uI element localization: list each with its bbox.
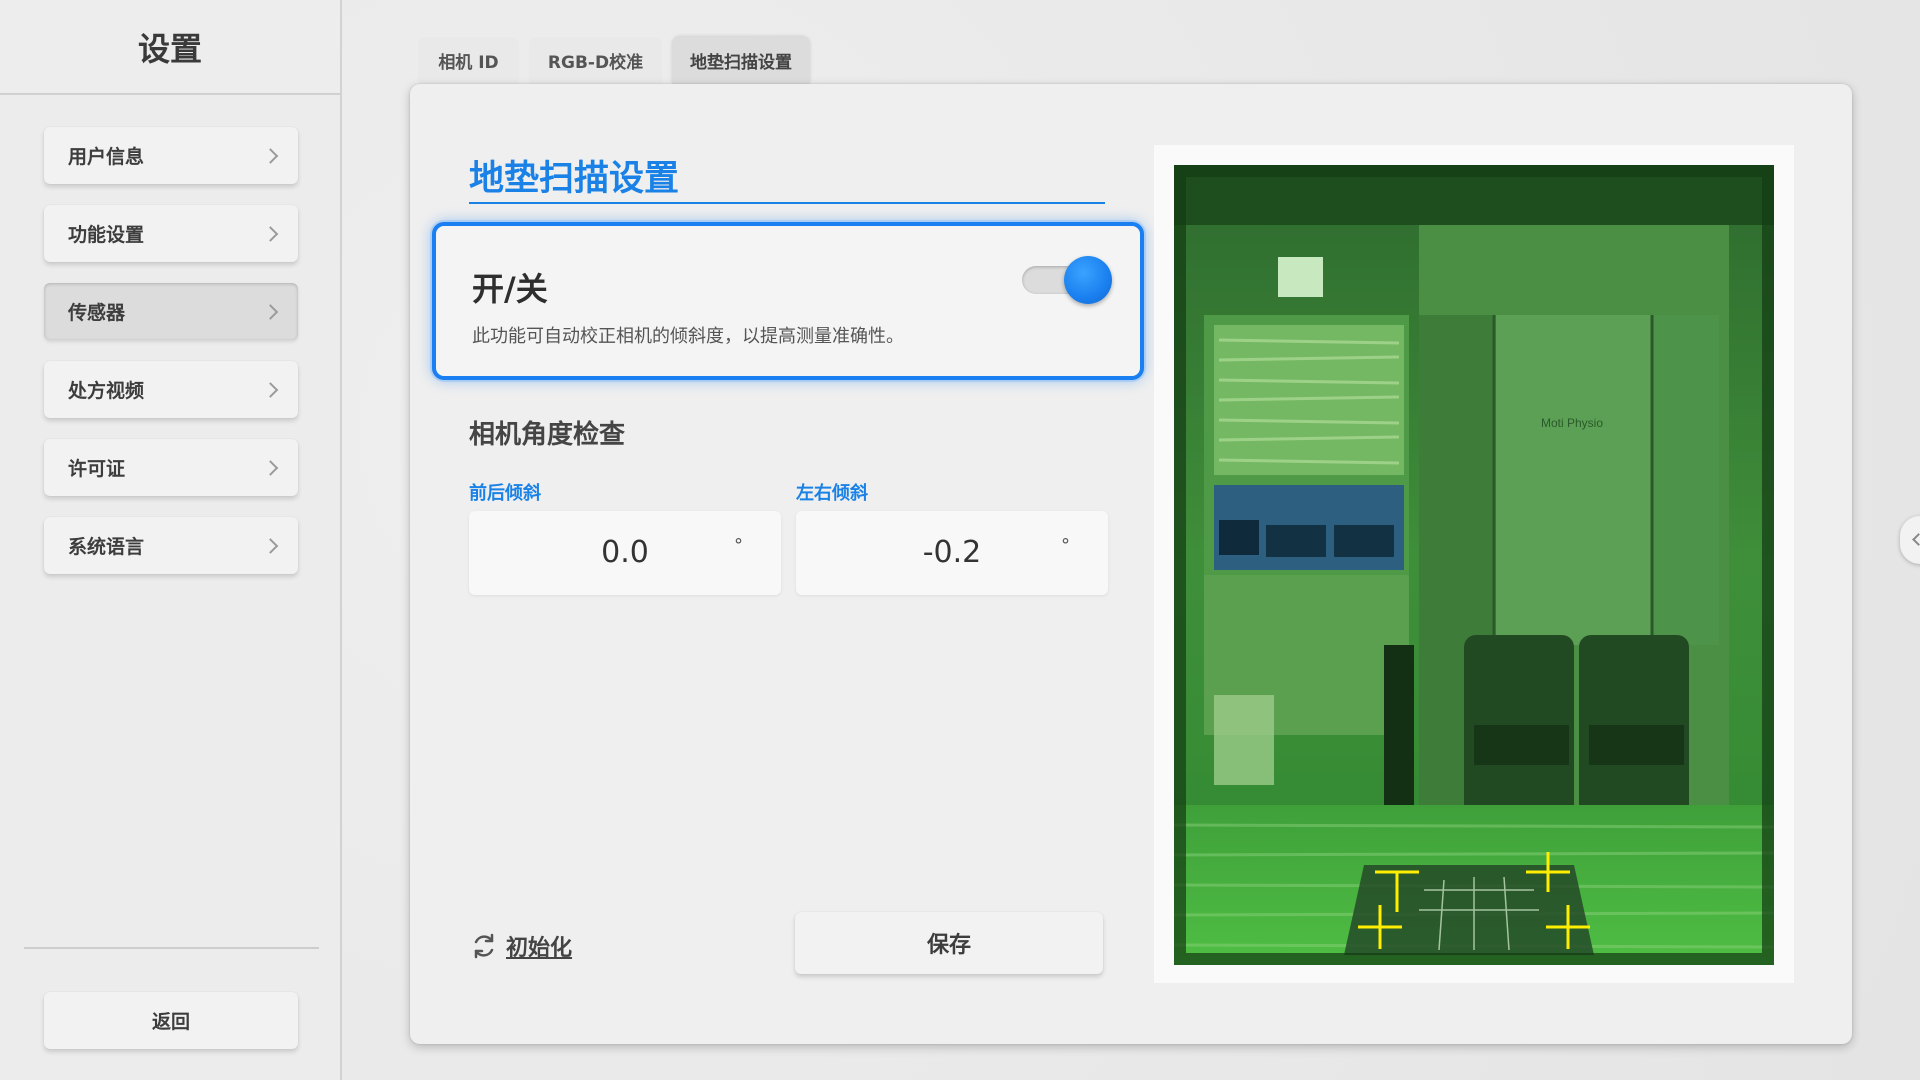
camera-preview-frame: Moti Physio [1154, 145, 1794, 983]
sidebar-item-user-info[interactable]: 用户信息 [44, 127, 298, 184]
front-back-tilt-unit: ° [734, 535, 743, 556]
sidebar-item-sensor[interactable]: 传感器 [44, 283, 298, 340]
sidebar-item-prescription-video[interactable]: 处方视频 [44, 361, 298, 418]
tab-camera-id[interactable]: 相机 ID [418, 37, 519, 84]
sidebar-menu: 用户信息 功能设置 传感器 处方视频 许可证 系统语言 [44, 127, 298, 595]
tab-mat-scan-settings[interactable]: 地垫扫描设置 [672, 37, 810, 84]
camera-preview: Moti Physio [1174, 165, 1774, 965]
auto-tilt-toggle[interactable] [1022, 256, 1112, 304]
sidebar-header: 设置 [0, 0, 340, 95]
main-panel: 地垫扫描设置 开/关 此功能可自动校正相机的倾斜度，以提高测量准确性。 相机角度… [410, 84, 1852, 1044]
sidebar-item-label: 许可证 [68, 458, 126, 480]
chevron-right-icon [262, 381, 279, 398]
sidebar-item-label: 系统语言 [68, 536, 145, 558]
left-right-tilt-unit: ° [1061, 535, 1070, 556]
app-root: 设置 用户信息 功能设置 传感器 处方视频 许可证 系统语言 返回 相机 ID … [0, 0, 1920, 1080]
auto-tilt-switch-card: 开/关 此功能可自动校正相机的倾斜度，以提高测量准确性。 [432, 222, 1144, 380]
chevron-right-icon [262, 537, 279, 554]
chevron-right-icon [262, 459, 279, 476]
reset-button[interactable]: 初始化 [470, 930, 572, 962]
sidebar-item-function-settings[interactable]: 功能设置 [44, 205, 298, 262]
switch-description: 此功能可自动校正相机的倾斜度，以提高测量准确性。 [472, 326, 904, 347]
front-back-tilt-label: 前后倾斜 [469, 483, 541, 504]
tab-rgbd-calibration[interactable]: RGB-D校准 [529, 37, 662, 84]
sidebar-item-label: 处方视频 [68, 380, 145, 402]
section-title-underline [469, 202, 1105, 204]
sidebar-item-label: 传感器 [68, 302, 126, 324]
reset-label: 初始化 [506, 936, 573, 961]
chevron-right-icon [262, 147, 279, 164]
angle-check-title: 相机角度检查 [469, 420, 626, 450]
sidebar-title: 设置 [137, 29, 202, 68]
sidebar-item-label: 功能设置 [68, 224, 145, 246]
left-right-tilt-label: 左右倾斜 [796, 483, 868, 504]
chevron-left-icon [1912, 533, 1920, 546]
switch-title: 开/关 [472, 270, 548, 308]
toggle-knob [1064, 256, 1112, 304]
back-button[interactable]: 返回 [44, 992, 298, 1049]
refresh-icon [474, 933, 494, 959]
tab-bar: 相机 ID RGB-D校准 地垫扫描设置 [418, 37, 810, 84]
wall-sign-text: Moti Physio [1541, 416, 1603, 430]
section-title: 地垫扫描设置 [469, 159, 680, 199]
sidebar-item-system-language[interactable]: 系统语言 [44, 517, 298, 574]
front-back-tilt-field: 0.0 ° [469, 511, 781, 595]
edge-collapse-handle[interactable] [1900, 516, 1920, 564]
chevron-right-icon [262, 303, 279, 320]
camera-depth-image: Moti Physio [1174, 165, 1774, 965]
sidebar-item-license[interactable]: 许可证 [44, 439, 298, 496]
sidebar-divider [24, 947, 319, 949]
left-right-tilt-field: -0.2 ° [796, 511, 1108, 595]
chevron-right-icon [262, 225, 279, 242]
sidebar: 设置 用户信息 功能设置 传感器 处方视频 许可证 系统语言 返回 [0, 0, 342, 1080]
sidebar-item-label: 用户信息 [68, 146, 145, 168]
save-button[interactable]: 保存 [795, 912, 1103, 974]
